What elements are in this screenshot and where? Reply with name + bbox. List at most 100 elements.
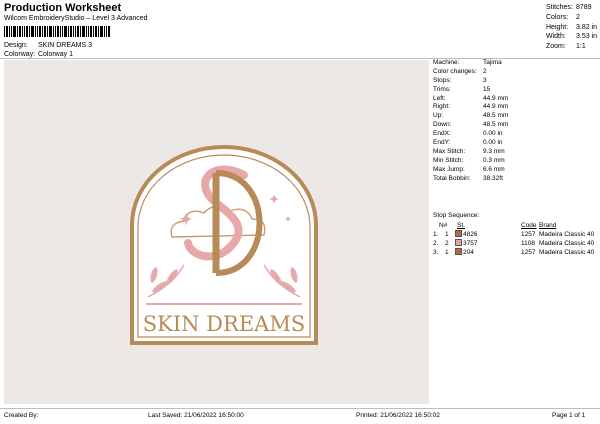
info-value: 15 <box>483 85 491 93</box>
design-value: SKIN DREAMS 3 <box>37 42 93 49</box>
info-value: 48.5 mm <box>483 112 509 120</box>
info-value: 2 <box>483 67 487 75</box>
stitch-count: 4826 <box>463 231 478 238</box>
info-row: EndX: 0.00 in <box>433 130 598 139</box>
created-by: Created By: <box>4 412 39 419</box>
info-label: Up: <box>433 112 444 120</box>
info-label: EndY: <box>433 139 451 147</box>
design-preview: SKIN DREAMS <box>4 60 429 404</box>
stat-label: Width: <box>546 33 566 41</box>
info-row: Up: 48.5 mm <box>433 112 598 121</box>
page-number: Page 1 of 1 <box>552 412 586 419</box>
info-label: Machine: <box>433 59 460 66</box>
color-swatch <box>455 239 462 246</box>
info-value: Tajima <box>483 59 502 66</box>
thread-brand: Madeira Classic 40 <box>539 240 595 247</box>
design-label: Design: <box>4 42 28 49</box>
info-label: Trims: <box>433 85 451 93</box>
stat-label: Colors: <box>546 13 569 21</box>
info-label: Max Jump: <box>433 165 465 173</box>
stat-colors: Colors: 2 <box>546 13 597 23</box>
info-row: Max Jump: 6.6 mm <box>433 166 598 175</box>
info-value: 3 <box>483 76 487 84</box>
color-swatch <box>455 248 462 255</box>
info-row: Right: 44.9 mm <box>433 103 598 112</box>
stat-value: 8789 <box>576 4 592 11</box>
table-row: 3. 1 204 1257 Madeira Classic 40 <box>433 248 598 257</box>
embroidery-design: SKIN DREAMS <box>130 145 318 345</box>
info-row: Stops: 3 <box>433 77 598 86</box>
stat-value: 3.53 in <box>576 33 598 41</box>
stat-value: 1:1 <box>576 43 586 51</box>
info-row: Color changes: 2 <box>433 68 598 77</box>
stat-stitches: Stitches: 8789 <box>546 3 597 13</box>
info-label: Right: <box>433 103 450 111</box>
info-value: 44.9 mm <box>483 103 509 111</box>
info-row: Trims: 15 <box>433 86 598 95</box>
info-row: EndY: 0.00 in <box>433 139 598 148</box>
col-brand: Brand <box>539 222 557 229</box>
col-st: St. <box>457 222 465 229</box>
info-label: Total Bobbin: <box>433 174 471 182</box>
color-swatch <box>455 230 462 237</box>
stat-zoom: Zoom: 1:1 <box>546 42 597 52</box>
info-value: 0.00 in <box>483 130 503 138</box>
info-label: Min Stitch: <box>433 156 464 164</box>
stat-value: 2 <box>576 13 580 21</box>
info-row: Min Stitch: 0.3 mm <box>433 157 598 166</box>
needle-number: 1 <box>445 249 449 256</box>
table-header: N# St. Code Brand <box>433 221 598 230</box>
stat-label: Stitches: <box>546 4 573 11</box>
info-row: Machine: Tajima <box>433 59 598 68</box>
info-label: Color changes: <box>433 67 477 75</box>
printed-date: Printed: 21/06/2022 16:50:02 <box>356 412 440 419</box>
info-value: 44.9 mm <box>483 94 509 102</box>
info-row: Max Stitch: 9.3 mm <box>433 148 598 157</box>
stat-label: Zoom: <box>546 43 566 51</box>
stitch-count: 3757 <box>463 240 478 247</box>
table-row: 2. 2 3757 1108 Madeira Classic 40 <box>433 239 598 248</box>
stop-index: 3. <box>433 249 439 256</box>
stat-value: 3.82 in <box>576 23 598 31</box>
stat-height: Height: 3.82 in <box>546 23 597 33</box>
info-label: Stops: <box>433 76 452 84</box>
info-row: Down: 48.5 mm <box>433 121 598 130</box>
summary-stats: Stitches: 8789 Colors: 2 Height: 3.82 in Wi… <box>546 3 597 52</box>
info-value: 6.6 mm <box>483 165 505 173</box>
stat-label: Height: <box>546 23 569 31</box>
stop-index: 2. <box>433 240 439 247</box>
colorway-row: Colorway: Colorway 1 <box>4 51 73 58</box>
machine-info: Machine: Tajima Color changes: 2 Stops: 3 T… <box>433 59 598 183</box>
info-row: Total Bobbin: 38.32ft <box>433 175 598 184</box>
info-value: 38.32ft <box>483 174 503 182</box>
col-n: N# <box>439 222 448 229</box>
info-value: 9.3 mm <box>483 147 505 155</box>
software-name: Wilcom EmbroideryStudio – Level 3 Advanc… <box>4 15 148 22</box>
info-label: Max Stitch: <box>433 147 466 155</box>
colorway-value: Colorway 1 <box>37 51 73 58</box>
stop-sequence-table: N# St. Code Brand 1. 1 4826 1257 Madeira… <box>433 221 598 257</box>
thread-brand: Madeira Classic 40 <box>539 231 595 238</box>
needle-number: 1 <box>445 231 449 238</box>
thread-brand: Madeira Classic 40 <box>539 249 595 256</box>
stitch-count: 204 <box>463 249 474 256</box>
stat-width: Width: 3.53 in <box>546 32 597 42</box>
colorway-label: Colorway: <box>4 51 36 58</box>
worksheet-title: Production Worksheet <box>4 2 122 14</box>
table-row: 1. 1 4826 1257 Madeira Classic 40 <box>433 230 598 239</box>
last-saved: Last Saved: 21/06/2022 16:50:00 <box>148 412 244 419</box>
needle-number: 2 <box>445 240 449 247</box>
thread-code: 1257 <box>521 231 536 238</box>
info-value: 0.3 mm <box>483 156 505 164</box>
col-code: Code <box>521 222 537 229</box>
thread-code: 1108 <box>521 240 535 247</box>
info-row: Left: 44.9 mm <box>433 95 598 104</box>
info-label: Down: <box>433 121 452 129</box>
info-value: 0.00 in <box>483 139 503 147</box>
info-value: 48.5 mm <box>483 121 509 129</box>
stop-sequence-title: Stop Sequence: <box>433 212 480 219</box>
stop-index: 1. <box>433 231 439 238</box>
info-label: EndX: <box>433 130 451 138</box>
design-name-row: Design: SKIN DREAMS 3 <box>4 42 92 49</box>
footer-divider <box>0 408 600 409</box>
